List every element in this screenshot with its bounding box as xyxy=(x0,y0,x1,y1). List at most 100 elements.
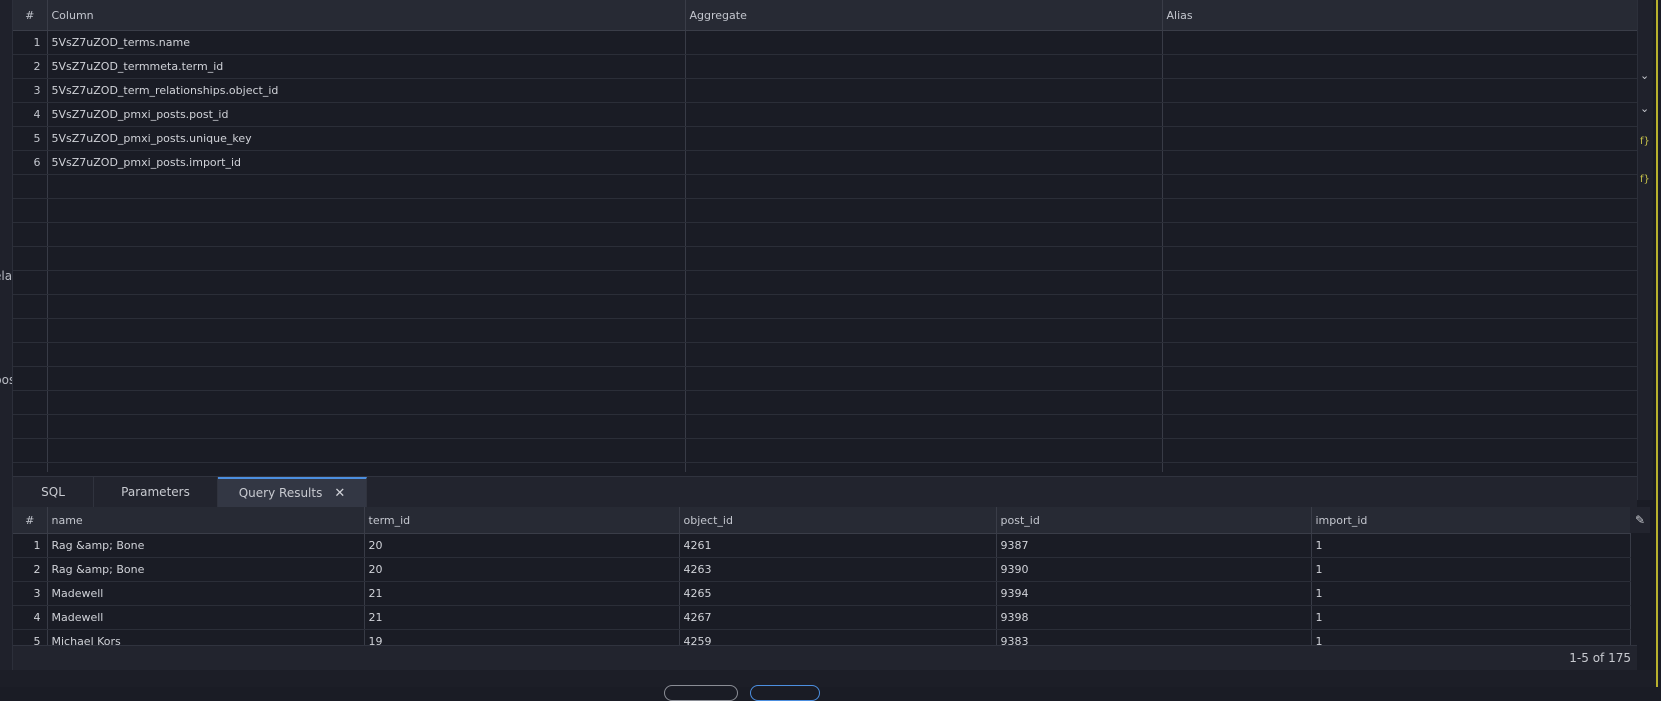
header-name[interactable]: name xyxy=(47,507,365,534)
grid-row[interactable]: 4 5VsZ7uZOD_pmxi_posts.post_id xyxy=(13,102,1637,127)
grid-row[interactable] xyxy=(13,294,1637,319)
cell-column[interactable]: 5VsZ7uZOD_terms.name xyxy=(47,30,686,55)
cell-name[interactable]: Rag &amp; Bone xyxy=(47,533,365,558)
cell-alias[interactable] xyxy=(1162,174,1637,199)
close-icon[interactable]: ✕ xyxy=(334,486,345,501)
cell-aggregate[interactable] xyxy=(685,30,1163,55)
cell-term-id[interactable]: 20 xyxy=(364,557,680,582)
cell-alias[interactable] xyxy=(1162,366,1637,391)
header-object-id[interactable]: object_id xyxy=(679,507,997,534)
cell-alias[interactable] xyxy=(1162,102,1637,127)
grid-row[interactable] xyxy=(13,174,1637,199)
cell-aggregate[interactable] xyxy=(685,198,1163,223)
cell-column[interactable] xyxy=(47,366,686,391)
function-icon[interactable]: f} xyxy=(1640,174,1650,185)
cell-import-id[interactable]: 1 xyxy=(1311,605,1631,630)
cell-term-id[interactable]: 20 xyxy=(364,533,680,558)
grid-row[interactable] xyxy=(13,198,1637,223)
grid-row[interactable] xyxy=(13,222,1637,247)
grid-row[interactable] xyxy=(13,414,1637,439)
cell-object-id[interactable]: 4267 xyxy=(679,605,997,630)
tab-parameters[interactable]: Parameters xyxy=(94,477,218,508)
header-aggregate[interactable]: Aggregate xyxy=(685,0,1163,31)
cell-alias[interactable] xyxy=(1162,438,1637,463)
cell-column[interactable]: 5VsZ7uZOD_pmxi_posts.post_id xyxy=(47,102,686,127)
cell-alias[interactable] xyxy=(1162,318,1637,343)
cell-aggregate[interactable] xyxy=(685,222,1163,247)
cell-aggregate[interactable] xyxy=(685,54,1163,79)
table-row[interactable]: 4 Madewell 21 4267 9398 1 xyxy=(13,605,1631,630)
cell-alias[interactable] xyxy=(1162,150,1637,175)
grid-row[interactable]: 3 5VsZ7uZOD_term_relationships.object_id xyxy=(13,78,1637,103)
table-row[interactable]: 3 Madewell 21 4265 9394 1 xyxy=(13,581,1631,606)
grid-row[interactable] xyxy=(13,438,1637,463)
cell-import-id[interactable]: 1 xyxy=(1311,557,1631,582)
cell-name[interactable]: Rag &amp; Bone xyxy=(47,557,365,582)
tab-query-results[interactable]: Query Results ✕ xyxy=(218,477,367,508)
cell-column[interactable]: 5VsZ7uZOD_term_relationships.object_id xyxy=(47,78,686,103)
cell-column[interactable] xyxy=(47,246,686,271)
function-icon[interactable]: f} xyxy=(1640,136,1650,147)
header-import-id[interactable]: import_id xyxy=(1311,507,1631,534)
cell-column[interactable] xyxy=(47,174,686,199)
cell-aggregate[interactable] xyxy=(685,270,1163,295)
grid-row[interactable] xyxy=(13,390,1637,415)
cell-alias[interactable] xyxy=(1162,198,1637,223)
cell-object-id[interactable]: 4261 xyxy=(679,533,997,558)
cell-column[interactable]: 5VsZ7uZOD_termmeta.term_id xyxy=(47,54,686,79)
grid-row[interactable]: 2 5VsZ7uZOD_termmeta.term_id xyxy=(13,54,1637,79)
cell-alias[interactable] xyxy=(1162,30,1637,55)
cell-term-id[interactable]: 21 xyxy=(364,581,680,606)
cell-object-id[interactable]: 4263 xyxy=(679,557,997,582)
header-column[interactable]: Column xyxy=(47,0,686,31)
cell-alias[interactable] xyxy=(1162,246,1637,271)
cell-column[interactable] xyxy=(47,462,686,472)
cell-aggregate[interactable] xyxy=(685,390,1163,415)
cell-post-id[interactable]: 9390 xyxy=(996,557,1312,582)
cell-aggregate[interactable] xyxy=(685,438,1163,463)
grid-row[interactable]: 1 5VsZ7uZOD_terms.name xyxy=(13,30,1637,55)
cell-aggregate[interactable] xyxy=(685,462,1163,472)
cell-aggregate[interactable] xyxy=(685,366,1163,391)
cell-column[interactable]: 5VsZ7uZOD_pmxi_posts.unique_key xyxy=(47,126,686,151)
cell-alias[interactable] xyxy=(1162,390,1637,415)
header-alias[interactable]: Alias xyxy=(1162,0,1637,31)
cell-aggregate[interactable] xyxy=(685,78,1163,103)
cell-column[interactable] xyxy=(47,198,686,223)
cell-import-id[interactable]: 1 xyxy=(1311,581,1631,606)
cell-post-id[interactable]: 9394 xyxy=(996,581,1312,606)
cell-term-id[interactable]: 21 xyxy=(364,605,680,630)
cell-aggregate[interactable] xyxy=(685,126,1163,151)
cell-column[interactable] xyxy=(47,318,686,343)
grid-row[interactable] xyxy=(13,246,1637,271)
cell-alias[interactable] xyxy=(1162,270,1637,295)
cell-alias[interactable] xyxy=(1162,54,1637,79)
cell-alias[interactable] xyxy=(1162,78,1637,103)
cell-aggregate[interactable] xyxy=(685,174,1163,199)
table-row[interactable]: 2 Rag &amp; Bone 20 4263 9390 1 xyxy=(13,557,1631,582)
cell-aggregate[interactable] xyxy=(685,342,1163,367)
chevron-down-icon[interactable]: ⌄ xyxy=(1640,69,1649,82)
ok-button[interactable] xyxy=(750,685,820,701)
cell-name[interactable]: Madewell xyxy=(47,605,365,630)
cell-column[interactable] xyxy=(47,438,686,463)
grid-row[interactable] xyxy=(13,318,1637,343)
cell-aggregate[interactable] xyxy=(685,414,1163,439)
cell-import-id[interactable]: 1 xyxy=(1311,533,1631,558)
grid-row[interactable] xyxy=(13,342,1637,367)
cell-column[interactable] xyxy=(47,294,686,319)
grid-row[interactable] xyxy=(13,462,1637,472)
edit-icon[interactable]: ✎ xyxy=(1630,507,1650,533)
cell-aggregate[interactable] xyxy=(685,150,1163,175)
grid-row[interactable] xyxy=(13,366,1637,391)
cell-column[interactable]: 5VsZ7uZOD_pmxi_posts.import_id xyxy=(47,150,686,175)
cell-column[interactable] xyxy=(47,390,686,415)
chevron-down-icon[interactable]: ⌄ xyxy=(1640,102,1649,115)
grid-row[interactable] xyxy=(13,270,1637,295)
table-row[interactable]: 1 Rag &amp; Bone 20 4261 9387 1 xyxy=(13,533,1631,558)
cell-alias[interactable] xyxy=(1162,414,1637,439)
grid-row[interactable]: 5 5VsZ7uZOD_pmxi_posts.unique_key xyxy=(13,126,1637,151)
cell-post-id[interactable]: 9387 xyxy=(996,533,1312,558)
cell-aggregate[interactable] xyxy=(685,102,1163,127)
cell-column[interactable] xyxy=(47,222,686,247)
